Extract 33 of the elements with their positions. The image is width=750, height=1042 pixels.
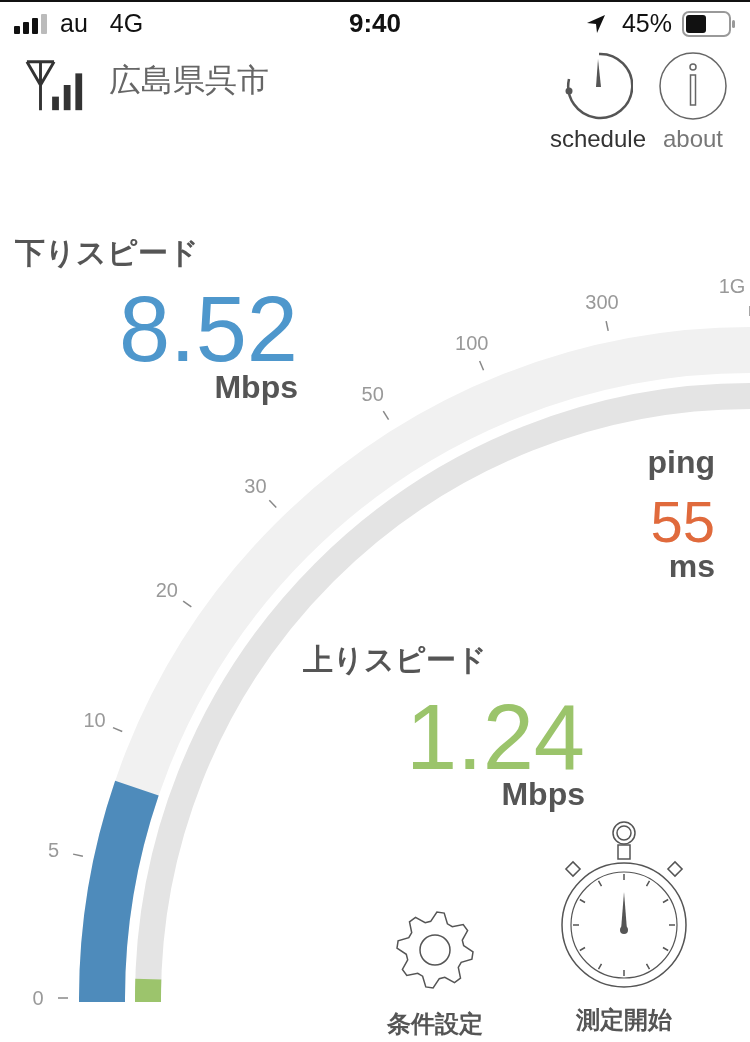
location-arrow-icon <box>585 13 606 34</box>
scale-label: 5 <box>48 838 60 861</box>
scale-label: 0 <box>32 987 44 1009</box>
ping-unit: ms <box>668 550 715 582</box>
scale-tick <box>749 305 750 317</box>
scale-label: 1G <box>718 275 746 297</box>
scale-tick <box>382 410 390 421</box>
status-time: 9:40 <box>348 8 401 39</box>
battery-percent: 45% <box>621 9 672 38</box>
network-type: 4G <box>109 9 144 38</box>
scale-label: 10 <box>83 708 106 731</box>
scale-tick <box>268 499 277 509</box>
scale-tick <box>478 360 485 371</box>
scale-tick <box>57 997 69 999</box>
scale-label: 20 <box>155 578 178 601</box>
scale-label: 100 <box>455 331 489 354</box>
cellular-signal-icon <box>14 13 50 34</box>
battery-icon <box>682 10 736 37</box>
ping-label: ping <box>647 446 715 478</box>
carrier-name: au <box>60 9 88 38</box>
settings-button[interactable]: 条件設定 <box>380 910 490 1040</box>
scale-tick <box>182 600 193 608</box>
scale-tick <box>72 853 84 857</box>
scale-tick <box>605 320 609 332</box>
upload-label: 上りスピード <box>303 645 487 675</box>
download-label: 下りスピード <box>15 238 199 268</box>
scale-tick <box>112 726 123 733</box>
location-name: 広島県呉市 <box>109 61 269 100</box>
ping-value: 55 <box>650 493 715 551</box>
scale-label: 50 <box>361 383 384 406</box>
schedule-button[interactable]: schedule <box>549 51 646 153</box>
scale-label: 300 <box>585 290 619 313</box>
scale-label: 30 <box>244 474 267 497</box>
